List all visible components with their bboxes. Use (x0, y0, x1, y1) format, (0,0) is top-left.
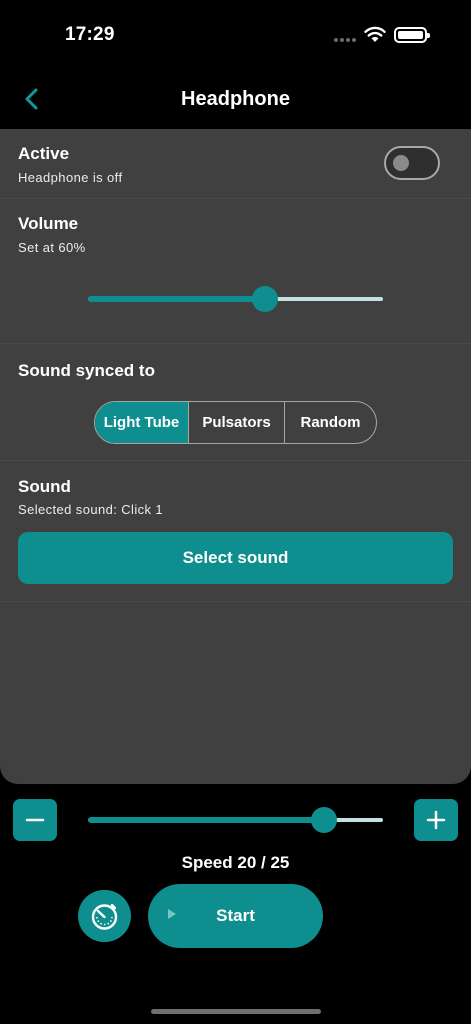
volume-slider[interactable] (88, 286, 383, 312)
sound-subtitle: Selected sound: Click 1 (18, 502, 164, 517)
nav-bar: Headphone (0, 70, 471, 128)
slider-thumb[interactable] (252, 286, 278, 312)
segment-light-tube[interactable]: Light Tube (95, 402, 188, 443)
cellular-signal-icon (334, 38, 356, 42)
start-button[interactable]: Start (148, 884, 323, 948)
settings-card: Active Headphone is off Volume Set at 60… (0, 129, 471, 784)
active-section: Active Headphone is off (0, 129, 471, 199)
start-label: Start (216, 906, 255, 925)
page-title: Headphone (181, 88, 290, 110)
sync-segmented-control: Light Tube Pulsators Random (94, 401, 377, 444)
minus-icon (25, 818, 45, 822)
status-time: 17:29 (65, 24, 115, 45)
slider-fill (88, 296, 265, 302)
decrease-speed-button[interactable] (13, 799, 57, 841)
volume-section: Volume Set at 60% (0, 199, 471, 344)
battery-icon (394, 27, 430, 43)
plus-icon (426, 810, 446, 830)
segment-random[interactable]: Random (284, 402, 376, 443)
select-sound-button[interactable]: Select sound (18, 532, 453, 584)
toggle-knob (393, 155, 409, 171)
segment-pulsators[interactable]: Pulsators (188, 402, 284, 443)
slider-fill (88, 817, 324, 823)
timer-icon (91, 903, 118, 930)
slider-thumb[interactable] (311, 807, 337, 833)
volume-title: Volume (18, 214, 79, 233)
active-subtitle: Headphone is off (18, 170, 123, 185)
speed-slider[interactable] (88, 807, 383, 833)
active-title: Active (18, 144, 70, 163)
wifi-icon (364, 26, 386, 42)
speed-label: Speed 20 / 25 (181, 853, 290, 872)
home-indicator (151, 1009, 321, 1014)
timer-button[interactable] (78, 890, 131, 942)
active-toggle[interactable] (384, 146, 440, 180)
sound-title: Sound (18, 477, 71, 496)
increase-speed-button[interactable] (414, 799, 458, 841)
volume-subtitle: Set at 60% (18, 240, 86, 255)
status-bar: 17:29 (0, 0, 471, 60)
sync-title: Sound synced to (18, 361, 155, 380)
